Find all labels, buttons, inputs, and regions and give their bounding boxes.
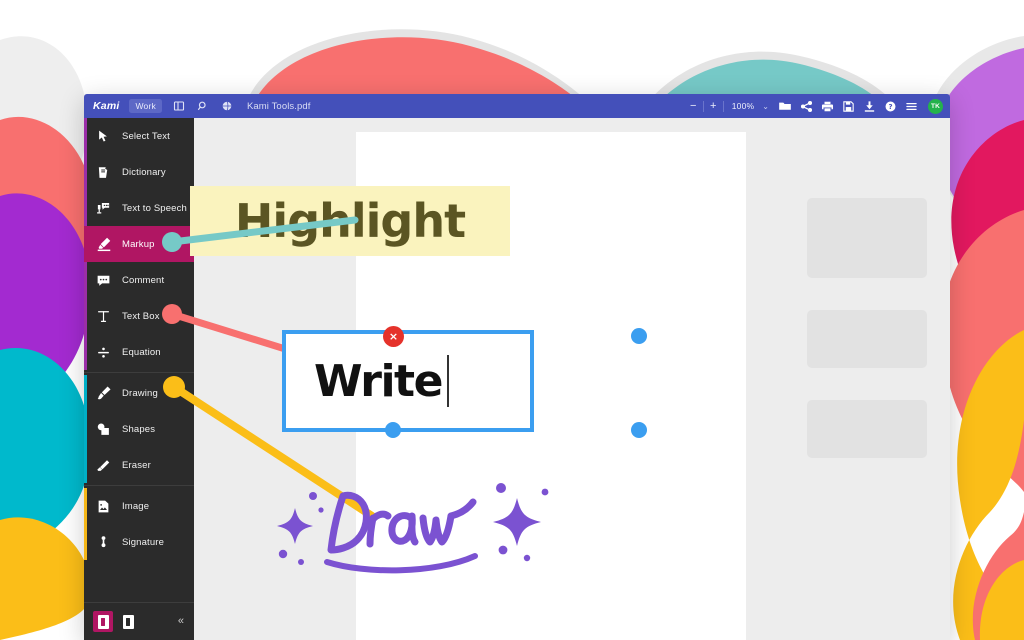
sidebar-item-label: Comment [122,274,165,286]
sidebar-item-label: Drawing [122,387,158,399]
zoom-out-button[interactable]: − [686,99,701,114]
sidebar-item-label: Equation [122,346,161,358]
sparkle-large-left [277,508,313,544]
text-box-icon [95,308,112,325]
sidebar-item-label: Signature [122,536,165,548]
sidebar-item-select-text[interactable]: Select Text [84,118,194,154]
sidebar-bottom-bar: « [84,602,194,640]
zoom-level-value[interactable]: 100% [726,100,761,112]
cursor-arrow-icon [95,128,112,145]
tool-group-annotate: Select Text Dictionary Text to Speech Ma… [84,118,194,370]
sidebar-item-label: Image [122,500,150,512]
sidebar-item-label: Eraser [122,459,151,471]
open-folder-icon[interactable] [775,98,795,114]
tools-sidebar: Select Text Dictionary Text to Speech Ma… [84,118,194,640]
page-thumbnails-panel [807,198,927,490]
kami-logo[interactable]: Kami [93,100,119,112]
zoom-in-button[interactable]: + [706,99,721,114]
paintbrush-icon [95,385,112,402]
page-thumbnail[interactable] [807,198,927,278]
work-badge[interactable]: Work [129,99,162,113]
eraser-icon [95,457,112,474]
app-titlebar: Kami Work Kami Tools.pdf − + 100% ⌄ ? TK [84,94,950,118]
split-view-icon[interactable] [173,100,186,113]
signature-icon [95,534,112,551]
image-icon [95,498,112,515]
sidebar-item-label: Select Text [122,130,170,142]
sidebar-item-label: Dictionary [122,166,166,178]
sidebar-item-shapes[interactable]: Shapes [84,411,194,447]
draw-svg [277,483,549,574]
single-page-view-icon[interactable] [93,611,113,632]
draw-annotation[interactable] [265,470,565,580]
sidebar-item-label: Text Box [122,310,160,322]
sidebar-item-markup[interactable]: Markup [84,226,194,262]
chevron-down-icon[interactable]: ⌄ [762,102,769,111]
resize-handle-bottom-left[interactable] [385,422,401,438]
textbox-annotation[interactable]: Write [282,330,534,432]
write-label: Write [314,355,443,407]
sidebar-item-drawing[interactable]: Drawing [84,375,194,411]
sidebar-item-image[interactable]: Image [84,488,194,524]
sidebar-item-equation[interactable]: Equation [84,334,194,370]
tool-group-insert: Image Signature [84,488,194,560]
divider [702,100,704,112]
highlight-label: Highlight [234,194,466,248]
save-icon[interactable] [838,98,858,114]
resize-handle-top-right[interactable] [631,328,647,344]
divider [84,485,194,486]
titlebar-right-controls: − + 100% ⌄ ? TK [686,98,950,114]
document-title: Kami Tools.pdf [246,100,311,112]
download-icon[interactable] [859,98,879,114]
share-icon[interactable] [796,98,816,114]
sidebar-item-label: Text to Speech [122,202,187,214]
tool-group-draw: Drawing Shapes Eraser [84,375,194,483]
search-icon[interactable] [197,100,210,113]
marker-pen-icon [95,236,112,253]
page-thumbnail[interactable] [807,400,927,458]
sidebar-item-dictionary[interactable]: Dictionary [84,154,194,190]
sidebar-item-text-to-speech[interactable]: Text to Speech [84,190,194,226]
screenshot-stage: Kami Work Kami Tools.pdf − + 100% ⌄ ? TK… [0,0,1024,640]
book-icon [95,164,112,181]
help-icon[interactable]: ? [880,98,900,114]
collapse-sidebar-icon[interactable]: « [178,616,184,627]
svg-text:?: ? [888,101,892,110]
divider [722,100,724,112]
delete-annotation-button[interactable]: × [383,326,404,347]
user-avatar[interactable]: TK [928,98,943,114]
sidebar-item-eraser[interactable]: Eraser [84,447,194,483]
resize-handle-bottom-right[interactable] [631,422,647,438]
page-thumbnail[interactable] [807,310,927,368]
comment-bubble-icon [95,272,112,289]
divider [84,372,194,373]
sidebar-item-comment[interactable]: Comment [84,262,194,298]
sparkle-large-right [493,498,541,546]
globe-icon[interactable] [221,100,234,113]
sidebar-item-signature[interactable]: Signature [84,524,194,560]
shapes-icon [95,421,112,438]
speech-icon [95,200,112,217]
equation-icon [95,344,112,361]
sidebar-item-text-box[interactable]: Text Box [84,298,194,334]
sidebar-item-label: Markup [122,238,155,250]
sidebar-item-label: Shapes [122,423,156,435]
print-icon[interactable] [817,98,837,114]
double-page-view-icon[interactable] [118,611,138,632]
highlight-annotation[interactable]: Highlight [190,186,510,256]
text-cursor [446,355,449,407]
menu-icon[interactable] [901,98,921,114]
